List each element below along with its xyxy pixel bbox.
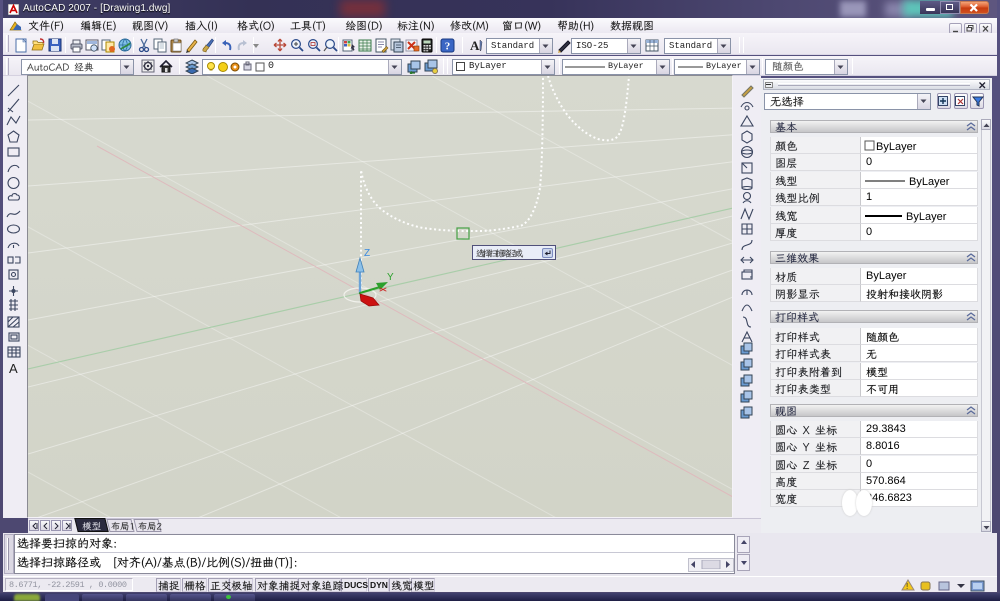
- svg-text:A: A: [470, 38, 480, 53]
- svg-text:ByLayer: ByLayer: [909, 176, 950, 188]
- svg-text:A: A: [9, 361, 18, 376]
- svg-text:ByLayer: ByLayer: [876, 141, 917, 153]
- svg-text:Y: Y: [387, 272, 394, 283]
- svg-text:?: ?: [445, 41, 451, 53]
- svg-text:!: !: [906, 582, 908, 591]
- svg-text:Z: Z: [364, 248, 370, 259]
- svg-text:ByLayer: ByLayer: [906, 211, 947, 223]
